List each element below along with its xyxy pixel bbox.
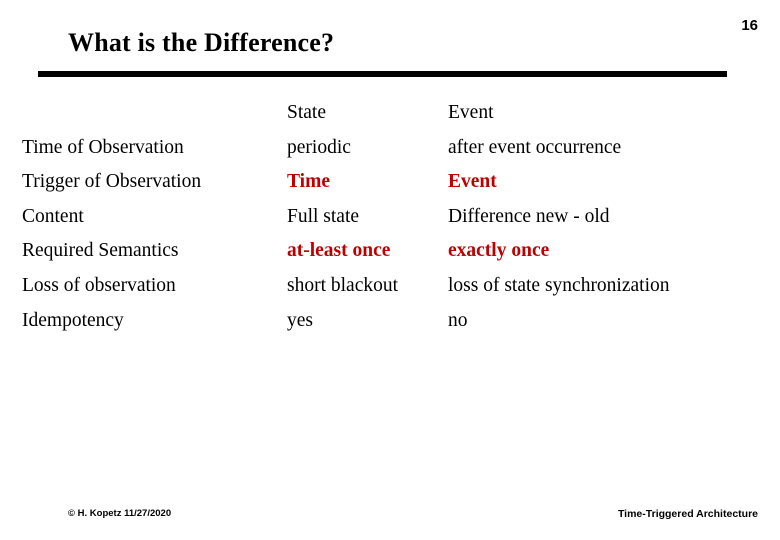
table-row: Idempotency yes no <box>0 304 758 339</box>
row-event-value: Event <box>448 171 497 193</box>
row-event-value: no <box>448 309 468 331</box>
header-cell-label <box>0 96 287 131</box>
table-row: Required Semantics at-least once exactly… <box>0 234 758 269</box>
title-divider <box>38 71 727 77</box>
row-state-value: Full state <box>287 205 360 227</box>
footer-subject: Time-Triggered Architecture <box>617 508 758 520</box>
row-state-value: at-least once <box>287 240 391 262</box>
row-state-value: Time <box>287 171 330 193</box>
row-label: Content <box>22 205 84 227</box>
table-row: Content Full state Difference new - old <box>0 200 758 235</box>
table-row: Time of Observation periodic after event… <box>0 131 758 166</box>
page-title: What is the Difference? <box>68 28 335 57</box>
row-state-value: short blackout <box>287 274 399 296</box>
slide-canvas: 16 What is the Difference? State Event T… <box>0 0 780 540</box>
table-header-row: State Event <box>0 96 758 131</box>
row-label: Trigger of Observation <box>22 171 202 193</box>
row-event-value: loss of state synchronization <box>448 274 670 296</box>
footer-copyright: © H. Kopetz 11/27/2020 <box>68 508 172 519</box>
table-row: Loss of observation short blackout loss … <box>0 269 758 304</box>
row-event-value: exactly once <box>448 240 550 262</box>
table-row: Trigger of Observation Time Event <box>0 165 758 200</box>
comparison-table: State Event Time of Observation periodic… <box>0 96 758 338</box>
row-state-value: periodic <box>287 136 351 158</box>
row-event-value: after event occurrence <box>448 136 622 158</box>
row-state-value: yes <box>287 309 313 331</box>
row-label: Time of Observation <box>22 136 184 158</box>
row-label: Loss of observation <box>22 274 176 296</box>
row-event-value: Difference new - old <box>448 205 610 227</box>
slide-number: 16 <box>741 17 758 34</box>
header-cell-event: Event <box>448 102 494 123</box>
header-cell-state: State <box>287 102 326 123</box>
row-label: Required Semantics <box>22 240 179 262</box>
row-label: Idempotency <box>22 309 124 331</box>
comparison-table-container: State Event Time of Observation periodic… <box>0 96 780 338</box>
